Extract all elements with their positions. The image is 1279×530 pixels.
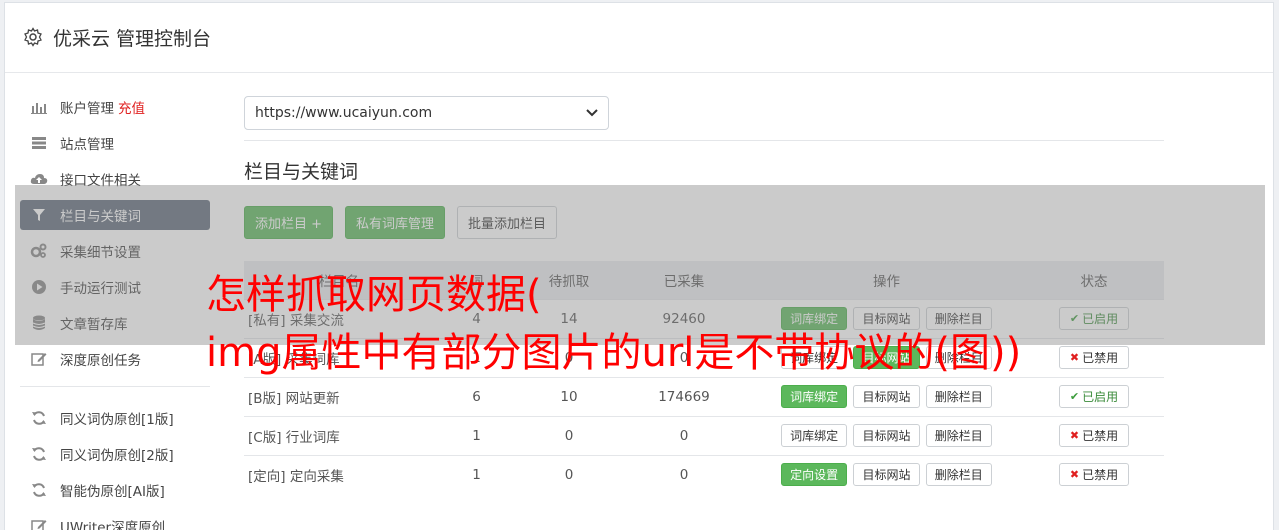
column-name-cell[interactable]: [定向] 定向采集 <box>244 454 434 494</box>
collected-count: 0 <box>619 454 749 494</box>
status-cell: ✖ 已禁用 <box>1024 415 1164 455</box>
sidebar-item-label: 同义词伪原创[1版] <box>60 412 174 428</box>
bind-lib-button[interactable]: 词库绑定 <box>781 424 848 447</box>
close-icon: ✖ <box>1069 351 1080 364</box>
status-toggle[interactable]: ✖ 已禁用 <box>1058 463 1130 487</box>
actions-cell: 词库绑定 目标网站 删除栏目 <box>749 415 1024 455</box>
site-select-value: https://www.ucaiyun.com <box>255 105 433 121</box>
column-name-cell[interactable]: [B版] 网站更新 <box>244 376 434 416</box>
status-toggle[interactable]: ✖ 已禁用 <box>1058 346 1130 369</box>
sidebar-item-label: UWriter深度原创 <box>60 520 166 530</box>
overlay-line-2: img属性中有部分图片的url是不带协议的(图)) <box>206 330 1022 376</box>
keyword-count: 1 <box>434 454 519 494</box>
pending-count[interactable]: 10 <box>519 376 619 416</box>
sidebar-item-synonym-v1[interactable]: 同义词伪原创[1版] <box>20 403 210 433</box>
refresh-icon <box>30 409 48 427</box>
target-site-button[interactable]: 目标网站 <box>853 385 920 408</box>
bind-lib-button[interactable]: 词库绑定 <box>781 385 848 408</box>
bar-chart-icon <box>30 98 48 116</box>
edit-icon <box>30 350 48 368</box>
chevron-down-icon <box>586 105 598 121</box>
directed-settings-button[interactable]: 定向设置 <box>781 463 848 487</box>
table-row: [定向] 定向采集 1 0 0 定向设置 目标网站 删除栏目 ✖ 已禁用 <box>244 454 1164 494</box>
sidebar-item-sites[interactable]: 站点管理 <box>20 128 210 158</box>
status-cell: ✔ 已启用 <box>1024 376 1164 416</box>
sidebar-item-synonym-v2[interactable]: 同义词伪原创[2版] <box>20 439 210 469</box>
recharge-link[interactable]: 充值 <box>118 97 145 117</box>
actions-cell: 词库绑定 目标网站 删除栏目 <box>749 376 1024 416</box>
refresh-icon <box>30 481 48 499</box>
delete-column-button[interactable]: 删除栏目 <box>925 385 992 408</box>
status-toggle[interactable]: ✖ 已禁用 <box>1058 424 1130 447</box>
column-name-cell[interactable]: [C版] 行业词库 <box>244 415 434 455</box>
keyword-count: 1 <box>434 415 519 455</box>
page-title: 优采云 管理控制台 <box>53 28 212 50</box>
check-icon: ✔ <box>1069 390 1080 403</box>
sidebar-item-label: 账户管理 <box>60 101 114 117</box>
status-toggle[interactable]: ✔ 已启用 <box>1058 385 1130 408</box>
sidebar-item-account[interactable]: 账户管理 充值 <box>20 92 210 122</box>
status-cell: ✖ 已禁用 <box>1024 454 1164 494</box>
refresh-icon <box>30 445 48 463</box>
delete-column-button[interactable]: 删除栏目 <box>925 463 992 487</box>
overlay-line-1: 怎样抓取网页数据( <box>206 272 542 318</box>
gear-icon[interactable] <box>23 26 45 49</box>
sidebar-item-label: 深度原创任务 <box>60 353 141 369</box>
sidebar-item-uwriter[interactable]: UWriter深度原创 <box>20 511 210 530</box>
overlay-headline: 怎样抓取网页数据( img属性中有部分图片的url是不带协议的(图)) <box>206 266 1021 382</box>
close-icon: ✖ <box>1069 468 1080 482</box>
pending-count[interactable]: 0 <box>519 415 619 455</box>
close-icon: ✖ <box>1069 429 1080 442</box>
edit-icon <box>30 517 48 530</box>
actions-cell: 定向设置 目标网站 删除栏目 <box>749 454 1024 494</box>
table-row: [C版] 行业词库 1 0 0 词库绑定 目标网站 删除栏目 ✖ 已禁用 <box>244 415 1164 455</box>
table-row: [B版] 网站更新 6 10 174669 词库绑定 目标网站 删除栏目 ✔ 已启… <box>244 376 1164 416</box>
sidebar-item-deep-original[interactable]: 深度原创任务 <box>20 344 210 374</box>
sidebar-item-label: 同义词伪原创[2版] <box>60 448 174 464</box>
section-title: 栏目与关键词 <box>244 161 359 183</box>
keyword-count: 6 <box>434 376 519 416</box>
sidebar-divider <box>20 386 210 387</box>
sidebar-item-ai-original[interactable]: 智能伪原创[AI版] <box>20 475 210 505</box>
site-select[interactable]: https://www.ucaiyun.com <box>244 96 609 130</box>
server-icon <box>30 134 48 152</box>
pending-count[interactable]: 0 <box>519 454 619 494</box>
collected-count: 0 <box>619 415 749 455</box>
sidebar-item-label: 站点管理 <box>60 137 114 153</box>
delete-column-button[interactable]: 删除栏目 <box>925 424 992 447</box>
target-site-button[interactable]: 目标网站 <box>853 424 920 447</box>
collected-count: 174669 <box>619 376 749 416</box>
target-site-button[interactable]: 目标网站 <box>853 463 920 487</box>
top-bar: 优采云 管理控制台 <box>5 3 1273 73</box>
sidebar-item-label: 智能伪原创[AI版] <box>60 484 165 500</box>
section-divider <box>244 140 1164 141</box>
